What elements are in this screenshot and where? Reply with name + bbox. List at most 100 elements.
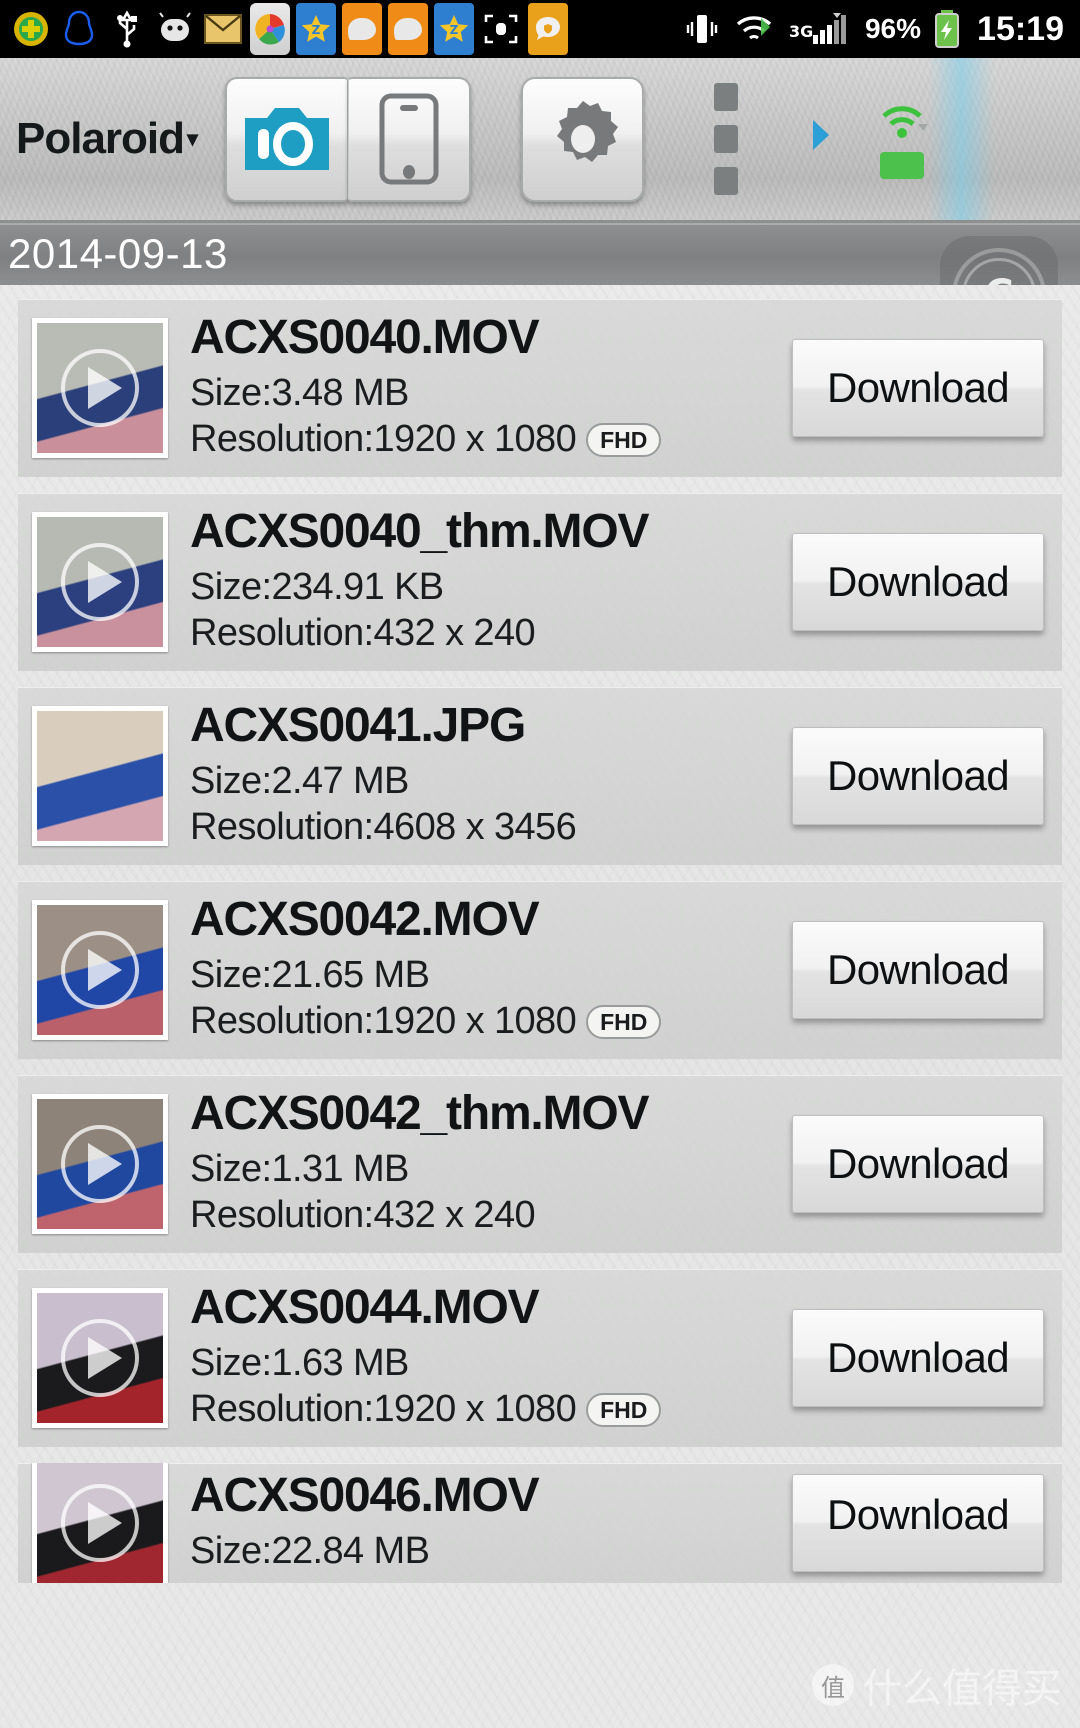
brand-dropdown[interactable]: Polaroid ▾ [16,114,198,164]
file-list-item[interactable]: ACXS0040_thm.MOV Size:234.91 KB Resolution… [18,493,1062,671]
brand-label: Polaroid [16,114,185,163]
file-size: Size:22.84 MB [190,1530,430,1573]
file-thumbnail[interactable] [32,900,168,1040]
fhd-badge: FHD [586,1004,662,1039]
file-resolution-line: Resolution:1920 x 1080 FHD [190,416,792,462]
file-size: Size:1.63 MB [190,1342,409,1385]
status-bar-system: 3G 96% 15:19 [681,8,1070,50]
file-thumbnail[interactable] [32,1094,168,1234]
thumbnail-image [37,711,163,841]
phone-tab[interactable] [348,76,472,202]
download-button[interactable]: Download [792,339,1044,437]
battery-percent: 96% [864,13,922,44]
file-meta: ACXS0046.MOV Size:22.84 MB [190,1470,792,1574]
file-list-item[interactable]: ACXS0042_thm.MOV Size:1.31 MB Resolution:4… [18,1075,1062,1253]
date-section-header: 2014-09-13 [0,223,1080,285]
play-icon [61,543,139,621]
green-battery-icon [880,151,925,179]
play-icon [61,1125,139,1203]
file-thumbnail[interactable] [32,318,168,458]
file-resolution-line: Resolution:4608 x 3456 [190,804,792,850]
mode-button-group [225,76,472,202]
file-name: ACXS0041.JPG [190,699,526,753]
thumbnail-image [37,1099,163,1229]
play-icon [61,931,139,1009]
download-button[interactable]: Download [792,727,1044,825]
svg-text:Z: Z [312,23,321,37]
file-resolution-line: Resolution:432 x 240 [190,1192,792,1238]
file-thumbnail[interactable] [32,706,168,846]
chat-bubble-icon [388,3,428,55]
overflow-menu-button[interactable] [714,83,739,195]
file-list-item[interactable]: ACXS0044.MOV Size:1.63 MB Resolution:1920 … [18,1269,1062,1447]
thumbnail-image [37,1463,163,1583]
download-button[interactable]: Download [792,533,1044,631]
star-z-icon: Z [434,3,474,55]
status-bar-notifications: Z Z [10,3,681,55]
right-caret-icon [813,120,830,150]
file-size: Size:1.31 MB [190,1148,409,1191]
expand-panel-button[interactable] [810,118,832,160]
file-size: Size:3.48 MB [190,372,409,415]
camera-tab[interactable] [225,76,349,202]
star-z-icon: Z [296,3,336,55]
green-plus-icon [10,8,52,50]
download-button[interactable]: Download [792,1474,1044,1572]
status-bar: Z Z 3G 96% 15:19 [0,0,1080,58]
file-resolution-line: Resolution:432 x 240 [190,610,792,656]
usb-icon [106,8,148,50]
date-label: 2014-09-13 [8,230,228,277]
download-button[interactable]: Download [792,921,1044,1019]
signal-icon: 3G [785,8,855,50]
wifi-signal-icon [882,105,929,138]
file-resolution: Resolution:432 x 240 [190,1194,536,1237]
qq-penguin-icon [58,8,100,50]
file-resolution: Resolution:4608 x 3456 [190,806,577,849]
download-button[interactable]: Download [792,1309,1044,1407]
play-icon [61,1319,139,1397]
thumbnail-image [37,905,163,1035]
file-list-item[interactable]: ACXS0040.MOV Size:3.48 MB Resolution:1920 … [18,299,1062,477]
file-meta: ACXS0042.MOV Size:21.65 MB Resolution:1920… [190,893,792,1045]
security-chat-icon [528,3,568,55]
app-root: Z Z 3G 96% 15:19 Polaroid ▾ 2014-09-13 A… [0,0,1080,1728]
file-size: Size:2.47 MB [190,760,409,803]
file-thumbnail[interactable] [32,1288,168,1428]
email-icon [202,8,244,50]
file-size: Size:234.91 KB [190,566,444,609]
download-button[interactable]: Download [792,1115,1044,1213]
fhd-badge: FHD [586,422,662,457]
thumbnail-image [37,517,163,647]
file-resolution-line: Resolution:1920 x 1080 FHD [190,1386,792,1432]
file-list[interactable]: ACXS0040.MOV Size:3.48 MB Resolution:1920 … [0,285,1080,1728]
file-thumbnail[interactable] [32,1463,168,1583]
phone-icon [379,93,439,185]
play-icon [61,1484,139,1562]
vertical-dots-icon [714,125,739,153]
fhd-badge: FHD [586,1392,662,1427]
file-list-item[interactable]: ACXS0041.JPG Size:2.47 MB Resolution:4608 … [18,687,1062,865]
file-size: Size:21.65 MB [190,954,430,997]
file-name: ACXS0040_thm.MOV [190,505,649,559]
file-list-item[interactable]: ACXS0046.MOV Size:22.84 MB Download [18,1463,1062,1583]
file-meta: ACXS0040_thm.MOV Size:234.91 KB Resolution… [190,505,792,657]
file-meta: ACXS0040.MOV Size:3.48 MB Resolution:1920 … [190,311,792,463]
file-resolution: Resolution:1920 x 1080 [190,1388,577,1431]
svg-text:Z: Z [450,23,459,37]
file-name: ACXS0040.MOV [190,311,540,365]
file-thumbnail[interactable] [32,512,168,652]
settings-button[interactable] [521,76,645,202]
file-resolution-line: Resolution:1920 x 1080 FHD [190,998,792,1044]
chat-bubble-icon [342,3,382,55]
file-meta: ACXS0044.MOV Size:1.63 MB Resolution:1920 … [190,1282,792,1433]
screenshot-icon [480,8,522,50]
file-name: ACXS0042_thm.MOV [190,1087,649,1141]
vibrate-icon [681,8,723,50]
file-name: ACXS0042.MOV [190,893,540,947]
battery-charging-icon [931,8,963,50]
file-resolution: Resolution:432 x 240 [190,612,536,655]
wifi-icon [733,8,775,50]
vertical-dots-icon [714,167,739,195]
file-list-item[interactable]: ACXS0042.MOV Size:21.65 MB Resolution:1920… [18,881,1062,1059]
vertical-dots-icon [714,83,739,111]
